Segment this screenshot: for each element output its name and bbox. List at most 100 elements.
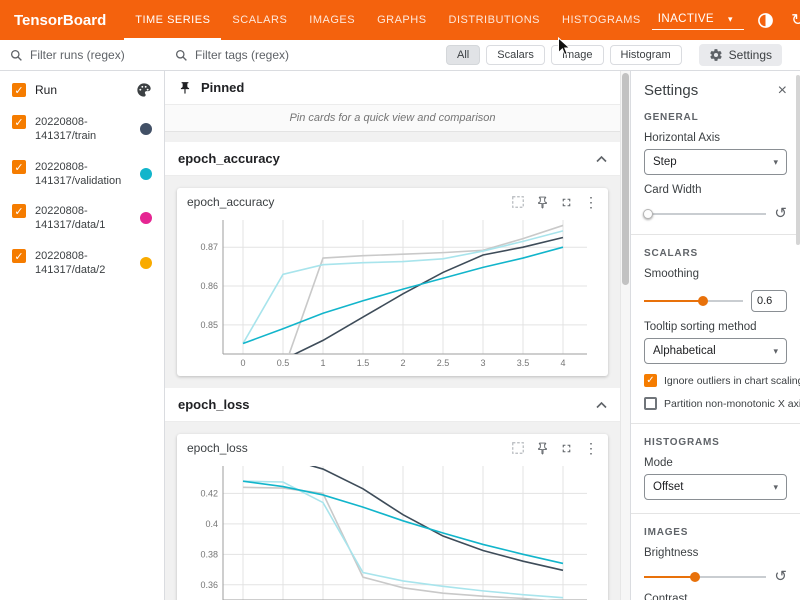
line-chart-epoch-loss[interactable]: 00.511.522.533.540.360.380.40.42	[187, 458, 597, 600]
svg-text:0.4: 0.4	[205, 519, 218, 529]
run-color-dot[interactable]	[140, 123, 152, 135]
app-logo[interactable]: TensorBoard	[0, 12, 124, 29]
tab-images[interactable]: IMAGES	[298, 0, 366, 40]
run-checkbox[interactable]	[12, 249, 26, 263]
card-title: epoch_loss	[187, 441, 248, 455]
ignore-outliers-row[interactable]: Ignore outliers in chart scaling	[644, 374, 787, 387]
chevron-down-icon: ▾	[773, 346, 778, 357]
smoothing-slider[interactable]	[644, 295, 743, 307]
line-chart-epoch-accuracy[interactable]: 00.511.522.533.540.850.860.87	[187, 212, 597, 370]
chevron-up-icon[interactable]	[596, 155, 607, 163]
svg-text:1.5: 1.5	[357, 358, 370, 368]
run-color-dot[interactable]	[140, 168, 152, 180]
svg-text:0: 0	[240, 358, 245, 368]
more-options-icon[interactable]: ⋮	[584, 441, 598, 455]
brightness-slider[interactable]	[644, 571, 766, 583]
brightness-label: Brightness	[644, 547, 787, 559]
run-row-validation[interactable]: 20220808-141317/validation	[0, 152, 164, 197]
tab-histograms[interactable]: HISTOGRAMS	[551, 0, 652, 40]
tab-graphs[interactable]: GRAPHS	[366, 0, 437, 40]
chevron-down-icon: ▾	[773, 157, 778, 168]
chip-histogram[interactable]: Histogram	[610, 45, 682, 65]
tab-time-series[interactable]: TIME SERIES	[124, 0, 221, 40]
histogram-mode-value: Offset	[653, 481, 683, 493]
runs-sidebar: Run 20220808-141317/train 20220808-14131…	[0, 71, 165, 600]
gear-icon	[709, 48, 723, 62]
histogram-mode-label: Mode	[644, 457, 787, 469]
filter-runs-input[interactable]: Filter runs (regex)	[0, 40, 165, 70]
svg-text:1: 1	[320, 358, 325, 368]
histogram-mode-select[interactable]: Offset ▾	[644, 474, 787, 500]
card-width-slider[interactable]	[644, 208, 766, 220]
horizontal-axis-select[interactable]: Step ▾	[644, 149, 787, 175]
run-label: 20220808-141317/data/2	[35, 249, 131, 278]
slider-thumb[interactable]	[643, 209, 653, 219]
run-color-dot[interactable]	[140, 212, 152, 224]
smoothing-input[interactable]: 0.6	[751, 290, 787, 312]
palette-icon[interactable]	[136, 82, 152, 98]
chip-image[interactable]: Image	[551, 45, 604, 65]
svg-text:0.86: 0.86	[200, 281, 218, 291]
pin-icon[interactable]	[536, 442, 549, 455]
main-scrollbar-thumb[interactable]	[622, 73, 629, 285]
ignore-outliers-checkbox[interactable]	[644, 374, 657, 387]
settings-button-label: Settings	[729, 48, 772, 62]
chevron-up-icon[interactable]	[596, 401, 607, 409]
fullscreen-icon[interactable]	[560, 196, 573, 209]
partition-x-axis-label: Partition non-monotonic X axis	[664, 398, 800, 410]
slider-thumb[interactable]	[690, 572, 700, 582]
tag-filter-chips: All Scalars Image Histogram	[446, 45, 682, 65]
partition-x-axis-checkbox[interactable]	[644, 397, 657, 410]
run-row-data-1[interactable]: 20220808-141317/data/1	[0, 196, 164, 241]
tab-scalars[interactable]: SCALARS	[221, 0, 298, 40]
section-body-epoch-loss: epoch_loss ⋮ 00.511.522.533.540.360.380.…	[165, 422, 620, 600]
tooltip-sorting-label: Tooltip sorting method	[644, 321, 787, 333]
run-color-dot[interactable]	[140, 257, 152, 269]
run-row-train[interactable]: 20220808-141317/train	[0, 107, 164, 152]
reset-icon[interactable]: ↺	[774, 206, 787, 221]
search-icon	[175, 49, 188, 62]
svg-text:2: 2	[400, 358, 405, 368]
slider-thumb[interactable]	[698, 296, 708, 306]
tooltip-sorting-select[interactable]: Alphabetical ▾	[644, 338, 787, 364]
horizontal-axis-value: Step	[653, 156, 677, 168]
run-checkbox[interactable]	[12, 115, 26, 129]
section-header-epoch-accuracy[interactable]: epoch_accuracy	[165, 142, 620, 176]
card-width-label: Card Width	[644, 184, 787, 196]
fit-domain-icon[interactable]	[511, 195, 525, 209]
settings-scrollbar[interactable]	[796, 71, 800, 600]
settings-panel-title: Settings	[644, 82, 698, 99]
run-checkbox[interactable]	[12, 160, 26, 174]
runs-header-row: Run	[0, 71, 164, 107]
more-options-icon[interactable]: ⋮	[584, 195, 598, 209]
chevron-down-icon: ▾	[773, 482, 778, 493]
tab-distributions[interactable]: DISTRIBUTIONS	[438, 0, 551, 40]
run-label: 20220808-141317/data/1	[35, 204, 131, 233]
run-checkbox[interactable]	[12, 204, 26, 218]
chevron-down-icon: ▾	[728, 14, 733, 25]
section-header-epoch-loss[interactable]: epoch_loss	[165, 388, 620, 422]
select-all-runs-checkbox[interactable]	[12, 83, 26, 97]
close-icon[interactable]: ×	[778, 83, 787, 99]
run-label: 20220808-141317/train	[35, 115, 131, 144]
reset-icon[interactable]: ↺	[774, 569, 787, 584]
svg-text:0.42: 0.42	[200, 488, 218, 498]
partition-x-axis-row[interactable]: Partition non-monotonic X axis i	[644, 397, 787, 410]
refresh-icon[interactable]: ↻	[788, 10, 800, 30]
tooltip-sorting-value: Alphabetical	[653, 345, 716, 357]
chip-all[interactable]: All	[446, 45, 480, 65]
run-row-data-2[interactable]: 20220808-141317/data/2	[0, 241, 164, 286]
group-label-general: GENERAL	[644, 112, 787, 123]
fit-domain-icon[interactable]	[511, 441, 525, 455]
fullscreen-icon[interactable]	[560, 442, 573, 455]
theme-toggle-icon[interactable]	[756, 10, 776, 30]
main-scrollbar[interactable]	[620, 71, 630, 600]
pinned-label: Pinned	[201, 80, 244, 95]
pin-icon[interactable]	[536, 196, 549, 209]
filter-tags-placeholder[interactable]: Filter tags (regex)	[195, 48, 289, 62]
settings-button[interactable]: Settings	[699, 44, 782, 66]
reload-status-select[interactable]: INACTIVE ▾	[652, 10, 744, 30]
chip-scalars[interactable]: Scalars	[486, 45, 545, 65]
smoothing-label: Smoothing	[644, 268, 787, 280]
card-title: epoch_accuracy	[187, 195, 274, 209]
